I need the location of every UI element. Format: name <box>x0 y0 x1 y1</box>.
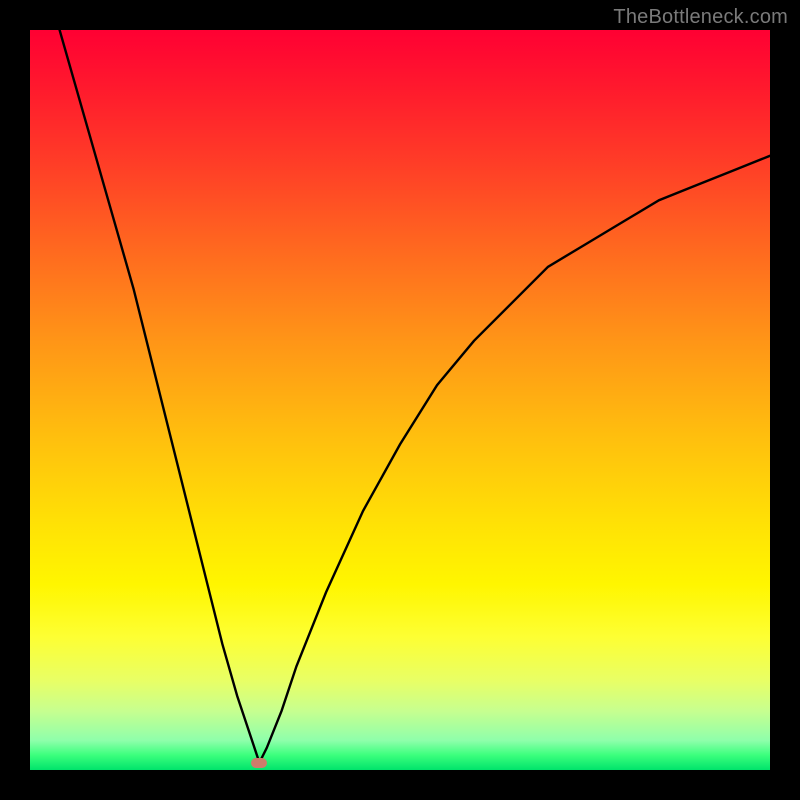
chart-curve-svg <box>30 30 770 770</box>
watermark-text: TheBottleneck.com <box>613 6 788 29</box>
chart-stage: TheBottleneck.com <box>0 0 800 800</box>
chart-plot-area <box>30 30 770 770</box>
chart-curve-path <box>60 30 770 763</box>
chart-optimum-marker <box>251 758 267 768</box>
